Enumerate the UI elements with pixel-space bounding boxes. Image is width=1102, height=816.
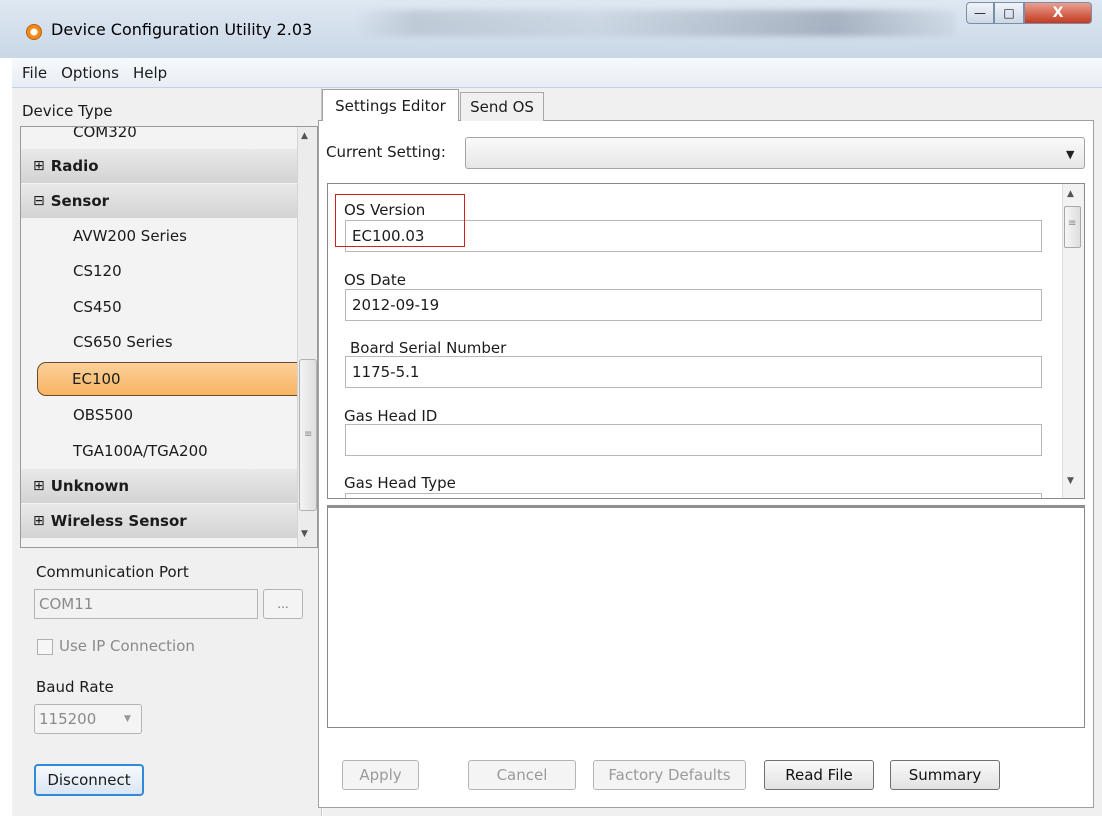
highlight-annotation-box (335, 194, 465, 247)
chevron-down-icon: ▼ (124, 714, 131, 724)
menu-bar: File Options Help (12, 58, 1102, 88)
baud-rate-label: Baud Rate (36, 678, 114, 696)
minimize-button[interactable]: — (966, 2, 994, 24)
chevron-down-icon: ▼ (1066, 148, 1075, 161)
maximize-icon: □ (1003, 6, 1015, 20)
tree-item-label: EC100 (72, 370, 121, 388)
apply-button[interactable]: Apply (342, 760, 419, 790)
maximize-button[interactable]: □ (994, 2, 1024, 24)
tree-item-label: CS450 (73, 298, 122, 316)
tree-category-label: Unknown (50, 477, 130, 495)
tree-category-wireless[interactable]: ⊞ Wireless Sensor (21, 504, 309, 538)
close-icon: X (1052, 5, 1064, 21)
read-file-button[interactable]: Read File (764, 760, 874, 790)
expand-icon[interactable]: ⊞ (33, 513, 45, 529)
blurred-background-area (355, 10, 955, 36)
tree-item-cs120[interactable]: CS120 (21, 254, 317, 288)
app-icon (26, 24, 42, 40)
close-button[interactable]: X (1024, 2, 1092, 24)
factory-defaults-button[interactable]: Factory Defaults (593, 760, 746, 790)
tree-item-com320[interactable]: COM320 (21, 126, 317, 149)
output-text-area[interactable] (327, 505, 1085, 728)
grip-icon: ≡ (1068, 218, 1077, 229)
tree-category-label: Sensor (50, 192, 110, 210)
tree-item-label: COM320 (73, 126, 137, 141)
window-title: Device Configuration Utility 2.03 (51, 20, 313, 39)
tree-item-avw200[interactable]: AVW200 Series (21, 219, 317, 253)
gas-head-type-label: Gas Head Type (344, 474, 456, 492)
scroll-down-icon[interactable]: ▼ (1067, 476, 1074, 486)
tree-category-unknown[interactable]: ⊞ Unknown (21, 469, 309, 503)
summary-button[interactable]: Summary (890, 760, 1000, 790)
grip-icon: ≡ (304, 429, 313, 440)
os-date-label: OS Date (344, 271, 406, 289)
os-date-field[interactable]: 2012-09-19 (345, 289, 1042, 321)
menu-help[interactable]: Help (133, 64, 167, 82)
tree-item-label: OBS500 (73, 406, 133, 424)
minimize-icon: — (974, 6, 986, 20)
tree-item-obs500[interactable]: OBS500 (21, 398, 317, 432)
tree-item-label: CS650 Series (73, 333, 173, 351)
board-serial-field[interactable]: 1175-5.1 (345, 356, 1042, 388)
tab-settings-editor[interactable]: Settings Editor (322, 89, 459, 121)
tree-item-cs650[interactable]: CS650 Series (21, 325, 317, 359)
disconnect-button[interactable]: Disconnect (34, 764, 144, 796)
use-ip-checkbox[interactable] (37, 639, 53, 655)
menu-file[interactable]: File (22, 64, 47, 82)
tree-item-cs450[interactable]: CS450 (21, 290, 317, 324)
tree-item-ec100-selected[interactable]: EC100 (37, 362, 317, 396)
board-serial-label: Board Serial Number (350, 339, 507, 357)
expand-icon[interactable]: ⊞ (33, 478, 45, 494)
scroll-up-icon[interactable]: ▲ (1067, 189, 1074, 199)
device-type-label: Device Type (22, 102, 113, 120)
collapse-icon[interactable]: ⊟ (33, 193, 45, 209)
gas-head-type-field[interactable] (345, 493, 1042, 498)
gas-head-id-field[interactable] (345, 424, 1042, 456)
tree-item-label: CS120 (73, 262, 122, 280)
tree-item-label: TGA100A/TGA200 (73, 442, 208, 460)
scroll-down-icon[interactable]: ▼ (301, 529, 308, 539)
current-setting-label: Current Setting: (326, 143, 446, 161)
expand-icon[interactable]: ⊞ (33, 158, 45, 174)
use-ip-label: Use IP Connection (59, 637, 195, 655)
browse-port-button[interactable]: ... (263, 589, 303, 619)
device-tree[interactable]: COM320 ⊞ Radio ⊟ Sensor AVW200 Series CS12… (20, 126, 318, 548)
tree-category-label: Radio (50, 157, 99, 175)
communication-port-label: Communication Port (36, 563, 189, 581)
cancel-button[interactable]: Cancel (468, 760, 576, 790)
scroll-up-icon[interactable]: ▲ (301, 131, 308, 141)
tree-category-radio[interactable]: ⊞ Radio (21, 149, 309, 183)
tree-category-sensor[interactable]: ⊟ Sensor (21, 184, 309, 218)
tree-category-label: Wireless Sensor (50, 512, 187, 530)
communication-port-input[interactable]: COM11 (34, 589, 258, 619)
gas-head-id-label: Gas Head ID (344, 407, 438, 425)
tab-send-os[interactable]: Send OS (460, 92, 544, 121)
current-setting-select[interactable] (465, 137, 1085, 169)
tree-item-tga100a[interactable]: TGA100A/TGA200 (21, 434, 317, 468)
menu-options[interactable]: Options (61, 64, 119, 82)
tree-item-label: AVW200 Series (73, 227, 187, 245)
